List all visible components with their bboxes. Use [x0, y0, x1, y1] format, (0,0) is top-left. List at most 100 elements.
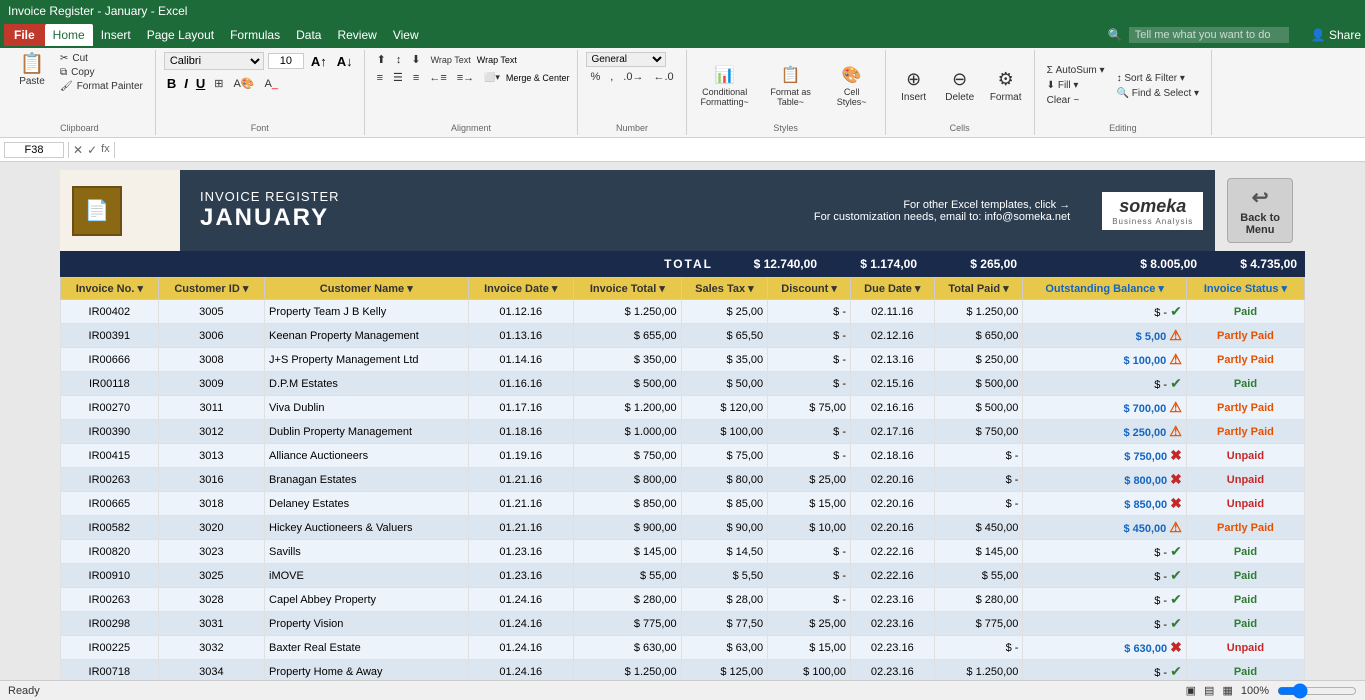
decrease-indent-button[interactable]: ←≡: [425, 71, 450, 85]
cell-customer-name: Hickey Auctioneers & Valuers: [265, 516, 468, 540]
insert-function-icon[interactable]: fx: [101, 143, 110, 157]
sheet-view-layout[interactable]: ▤: [1204, 684, 1214, 697]
menu-data[interactable]: Data: [288, 24, 329, 46]
cell-outstanding: $ 750,00 ✖: [1023, 444, 1186, 468]
cancel-formula-icon[interactable]: ✕: [73, 143, 83, 157]
find-select-button[interactable]: 🔍 Find & Select ▾: [1113, 87, 1204, 100]
paste-button[interactable]: 📋 Paste: [12, 52, 52, 89]
align-center-button[interactable]: ☰: [389, 70, 407, 85]
totals-row: TOTAL $ 12.740,00 $ 1.174,00 $ 265,00 $ …: [60, 251, 1305, 277]
align-right-button[interactable]: ≡: [409, 71, 423, 85]
share-btn[interactable]: 👤 Share: [1311, 28, 1361, 42]
cell-invoice-date: 01.24.16: [468, 636, 574, 660]
font-color-button[interactable]: A_: [261, 77, 282, 91]
cell-invoice-date: 01.21.16: [468, 492, 574, 516]
menu-view[interactable]: View: [385, 24, 427, 46]
font-group: Calibri A↑ A↓ B I U ⊞ A🎨 A_ Font: [156, 50, 365, 135]
cell-discount: $ 15,00: [768, 636, 851, 660]
copy-label: Copy: [71, 67, 94, 78]
cell-outstanding: $ 100,00 ⚠: [1023, 348, 1186, 372]
align-bottom-button[interactable]: ⬇: [407, 52, 424, 67]
status-paid-icon: ✔: [1170, 591, 1182, 607]
conditional-formatting-button[interactable]: 📊 ConditionalFormatting~: [695, 63, 755, 109]
bold-button[interactable]: B: [164, 75, 179, 92]
format-button[interactable]: ⚙ Format: [986, 67, 1026, 105]
cell-reference-input[interactable]: [4, 142, 64, 158]
cell-customer-name: iMOVE: [265, 564, 468, 588]
format-as-table-button[interactable]: 📋 Format asTable~: [761, 63, 821, 109]
editing-group: Σ AutoSum ▾ ⬇ Fill ▾ Clear ~ ↕ Sort & Fi…: [1035, 50, 1212, 135]
cells-label: Cells: [886, 123, 1034, 133]
number-group: General % , .0→ ←.0 Number: [578, 50, 686, 135]
merge-center-label[interactable]: Merge & Center: [506, 73, 570, 83]
insert-button[interactable]: ⊕ Insert: [894, 67, 934, 105]
cell-invoice-no: IR00415: [61, 444, 159, 468]
cut-label: Cut: [72, 53, 88, 64]
comma-button[interactable]: ,: [606, 70, 617, 84]
cell-status: Paid: [1186, 540, 1304, 564]
cell-invoice-total: $ 630,00: [574, 636, 682, 660]
delete-button[interactable]: ⊖ Delete: [940, 67, 980, 105]
cell-invoice-total: $ 775,00: [574, 612, 682, 636]
format-painter-button[interactable]: 🖌 Format Painter: [56, 80, 147, 93]
wrap-text-label[interactable]: Wrap Text: [477, 55, 517, 65]
menu-formulas[interactable]: Formulas: [222, 24, 288, 46]
increase-decimal-button[interactable]: .0→: [619, 70, 647, 84]
border-button[interactable]: ⊞: [210, 76, 227, 91]
file-menu[interactable]: File: [4, 24, 45, 46]
cell-status: Paid: [1186, 372, 1304, 396]
paste-icon: 📋: [20, 54, 45, 74]
cell-due-date: 02.23.16: [850, 660, 934, 681]
cell-invoice-date: 01.13.16: [468, 324, 574, 348]
cell-styles-button[interactable]: 🎨 CellStyles~: [827, 63, 877, 109]
increase-indent-button[interactable]: ≡→: [453, 71, 478, 85]
wrap-text-button[interactable]: Wrap Text: [427, 54, 475, 66]
cell-due-date: 02.15.16: [850, 372, 934, 396]
sheet-view-normal[interactable]: ▣: [1186, 684, 1196, 697]
cut-button[interactable]: ✂ Cut: [56, 52, 147, 65]
confirm-formula-icon[interactable]: ✓: [87, 143, 97, 157]
zoom-slider[interactable]: [1277, 683, 1357, 699]
menu-insert[interactable]: Insert: [93, 24, 139, 46]
cell-due-date: 02.11.16: [850, 300, 934, 324]
font-grow-button[interactable]: A↑: [308, 53, 330, 70]
align-left-button[interactable]: ≡: [373, 71, 387, 85]
menu-home[interactable]: Home: [45, 24, 93, 46]
clear-button[interactable]: Clear ~: [1043, 94, 1109, 107]
cell-total-paid: $ 450,00: [934, 516, 1023, 540]
copy-button[interactable]: ⧉ Copy: [56, 66, 147, 79]
cell-sales-tax: $ 63,00: [681, 636, 768, 660]
align-top-button[interactable]: ⬆: [373, 52, 390, 67]
merge-center-button[interactable]: ⬜▾: [480, 71, 504, 84]
cell-discount: $ -: [768, 372, 851, 396]
info-section: For other Excel templates, click → For c…: [635, 170, 1090, 251]
format-table-icon: 📋: [781, 65, 801, 85]
decrease-decimal-button[interactable]: ←.0: [649, 70, 677, 84]
cell-sales-tax: $ 125,00: [681, 660, 768, 681]
percent-button[interactable]: %: [586, 70, 604, 84]
someka-title: someka: [1112, 196, 1193, 217]
someka-box: someka Business Analysis: [1102, 192, 1203, 230]
autosum-button[interactable]: Σ AutoSum ▾: [1043, 64, 1109, 77]
align-middle-button[interactable]: ↕: [392, 53, 406, 67]
back-arrow-icon: ↩: [1252, 185, 1269, 210]
sheet-view-page[interactable]: ▦: [1222, 684, 1232, 697]
underline-button[interactable]: U: [193, 75, 208, 92]
formula-input[interactable]: [119, 143, 1361, 157]
status-paid-icon: ✔: [1170, 567, 1182, 583]
font-shrink-button[interactable]: A↓: [334, 53, 356, 70]
cell-invoice-total: $ 750,00: [574, 444, 682, 468]
menu-review[interactable]: Review: [329, 24, 384, 46]
sort-filter-button[interactable]: ↕ Sort & Filter ▾: [1113, 72, 1204, 85]
styles-group: 📊 ConditionalFormatting~ 📋 Format asTabl…: [687, 50, 886, 135]
font-size-input[interactable]: [268, 53, 304, 69]
search-input[interactable]: [1129, 27, 1289, 43]
fill-color-button[interactable]: A🎨: [229, 76, 258, 91]
back-to-menu-button[interactable]: ↩ Back toMenu: [1227, 178, 1293, 243]
number-format-select[interactable]: General: [586, 52, 666, 67]
formula-icons: ✕ ✓ fx: [73, 143, 110, 157]
font-family-select[interactable]: Calibri: [164, 52, 264, 70]
italic-button[interactable]: I: [181, 75, 191, 92]
menu-page-layout[interactable]: Page Layout: [139, 24, 222, 46]
fill-button[interactable]: ⬇ Fill ▾: [1043, 79, 1109, 92]
